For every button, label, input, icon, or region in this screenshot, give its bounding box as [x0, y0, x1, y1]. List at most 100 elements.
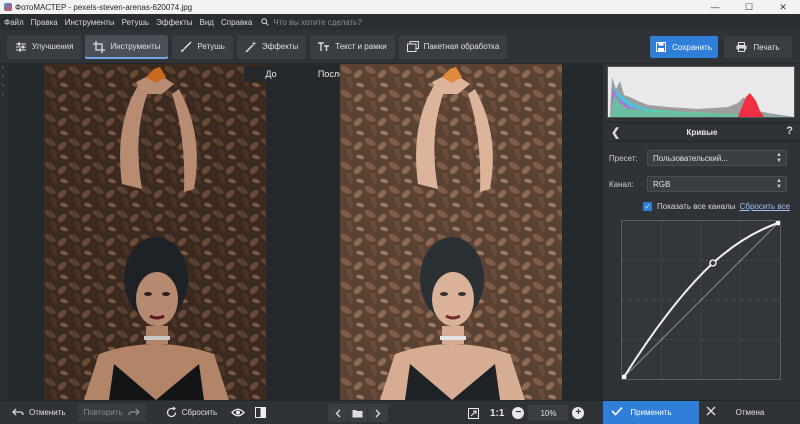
show-all-channels-label: Показать все каналы	[657, 202, 736, 211]
curve-editor[interactable]	[621, 220, 781, 380]
close-icon	[706, 406, 716, 418]
prev-image-button[interactable]	[328, 404, 348, 422]
magic-wand-icon	[245, 40, 257, 53]
eye-icon	[231, 408, 246, 417]
reset-all-link[interactable]: Сбросить все	[740, 202, 790, 211]
open-folder-button[interactable]	[348, 404, 368, 422]
histogram	[607, 66, 795, 118]
fit-screen-icon	[467, 407, 479, 419]
title-bar: ФотоМАСТЕР - pexels-steven-arenas-620074…	[0, 0, 800, 14]
minus-icon: −	[515, 407, 522, 418]
before-label: До	[244, 66, 298, 82]
cancel-label: Отмена	[735, 408, 765, 417]
checkmark-icon	[611, 406, 623, 418]
tab-effects[interactable]: Эффекты	[236, 34, 307, 59]
minimize-button[interactable]: —	[698, 0, 732, 14]
menu-edit[interactable]: Правка	[31, 18, 58, 27]
next-image-button[interactable]	[368, 404, 388, 422]
show-all-channels-row[interactable]: ✓ Показать все каналы	[643, 202, 735, 211]
apply-label: Применить	[630, 408, 672, 417]
navigation-group	[328, 404, 388, 422]
chevron-right-icon: ›	[2, 83, 4, 89]
chevron-right-icon: ›	[2, 92, 4, 98]
menu-effects[interactable]: Эффекты	[156, 18, 192, 27]
menu-view[interactable]: Вид	[199, 18, 213, 27]
chevron-right-icon: ›	[2, 74, 4, 80]
menu-search	[261, 17, 394, 27]
print-button[interactable]: Печать	[724, 36, 792, 58]
fit-screen-button[interactable]	[464, 404, 482, 422]
chevron-right-icon: ›	[2, 65, 4, 71]
channel-label: Канал:	[609, 180, 634, 189]
show-all-channels-checkbox[interactable]: ✓	[643, 202, 652, 211]
main-toolbar: Улучшения Инструменты Ретушь Эффекты Тек…	[0, 30, 800, 64]
image-canvas: До После	[8, 64, 602, 400]
tab-batch-processing-label: Пакетная обработка	[423, 42, 500, 51]
brush-icon	[180, 40, 192, 53]
menu-file[interactable]: Файл	[4, 18, 24, 27]
apply-button[interactable]: Применить	[603, 401, 699, 424]
left-collapsed-strip[interactable]: › › › ›	[0, 64, 8, 400]
undo-label: Отменить	[29, 408, 66, 417]
sliders-icon	[15, 42, 27, 52]
updown-arrows-icon: ▲ ▼	[776, 152, 782, 164]
preview-eye-button[interactable]	[229, 404, 247, 422]
back-arrow-icon[interactable]: ❮	[611, 126, 620, 139]
reset-button[interactable]: Сбросить	[160, 404, 224, 422]
preset-select[interactable]: Пользовательский... ▲ ▼	[647, 150, 787, 166]
curves-panel: ❮ Кривые ? Пресет: Пользовательский... ▲…	[602, 64, 800, 400]
folder-icon	[352, 409, 363, 417]
search-icon	[261, 18, 269, 26]
tab-enhancements[interactable]: Улучшения	[7, 34, 82, 59]
maximize-button[interactable]: ☐	[732, 0, 766, 14]
window-title: ФотоМАСТЕР - pexels-steven-arenas-620074…	[15, 2, 193, 12]
updown-arrows-icon: ▲ ▼	[776, 178, 782, 190]
save-button[interactable]: Сохранить	[650, 36, 718, 58]
search-input[interactable]	[273, 17, 394, 27]
tab-batch-processing[interactable]: Пакетная обработка	[398, 34, 508, 59]
actual-size-button[interactable]: 1:1	[490, 408, 504, 419]
menu-tools[interactable]: Инструменты	[65, 18, 115, 27]
zoom-controls: 1:1 − 10% +	[464, 404, 585, 422]
tab-enhancements-label: Улучшения	[32, 42, 74, 51]
preset-label: Пресет:	[609, 154, 638, 163]
tab-retouch[interactable]: Ретушь	[172, 34, 233, 59]
toolbar-actions: Сохранить Печать	[650, 36, 792, 58]
redo-label: Повторить	[83, 408, 123, 417]
tab-tools[interactable]: Инструменты	[85, 34, 169, 59]
menu-retouch[interactable]: Ретушь	[122, 18, 150, 27]
printer-icon	[736, 42, 747, 52]
zoom-out-button[interactable]: −	[512, 407, 525, 419]
tab-text-frames[interactable]: Текст и рамки	[310, 34, 395, 59]
help-icon[interactable]: ?	[786, 125, 793, 137]
print-label: Печать	[753, 42, 780, 52]
panel-title: Кривые	[686, 127, 718, 137]
zoom-in-button[interactable]: +	[572, 407, 585, 419]
batch-icon	[406, 41, 419, 52]
menu-bar: Файл Правка Инструменты Ретушь Эффекты В…	[0, 14, 800, 30]
zoom-value[interactable]: 10%	[528, 405, 569, 421]
plus-icon: +	[575, 407, 582, 418]
undo-button[interactable]: Отменить	[6, 404, 72, 422]
photo-after	[340, 64, 562, 400]
chevron-left-icon	[335, 409, 340, 417]
photo-before	[44, 64, 266, 400]
preset-value: Пользовательский...	[653, 153, 729, 163]
tab-effects-label: Эффекты	[261, 42, 299, 51]
channel-value: RGB	[653, 179, 671, 189]
save-label: Сохранить	[672, 42, 712, 52]
redo-button[interactable]: Повторить	[77, 403, 146, 422]
tab-retouch-label: Ретушь	[197, 42, 225, 51]
menu-help[interactable]: Справка	[221, 18, 252, 27]
crop-icon	[93, 40, 106, 53]
window-controls: — ☐ ✕	[698, 0, 800, 14]
floppy-disk-icon	[656, 42, 667, 52]
compare-icon	[254, 407, 266, 418]
close-button[interactable]: ✕	[766, 0, 800, 14]
cancel-button[interactable]: Отмена	[700, 401, 800, 424]
compare-button[interactable]	[251, 404, 269, 422]
tab-tools-label: Инструменты	[110, 42, 161, 51]
panel-header: ❮ Кривые ?	[603, 122, 800, 142]
reset-label: Сбросить	[181, 408, 218, 417]
channel-select[interactable]: RGB ▲ ▼	[647, 176, 787, 192]
